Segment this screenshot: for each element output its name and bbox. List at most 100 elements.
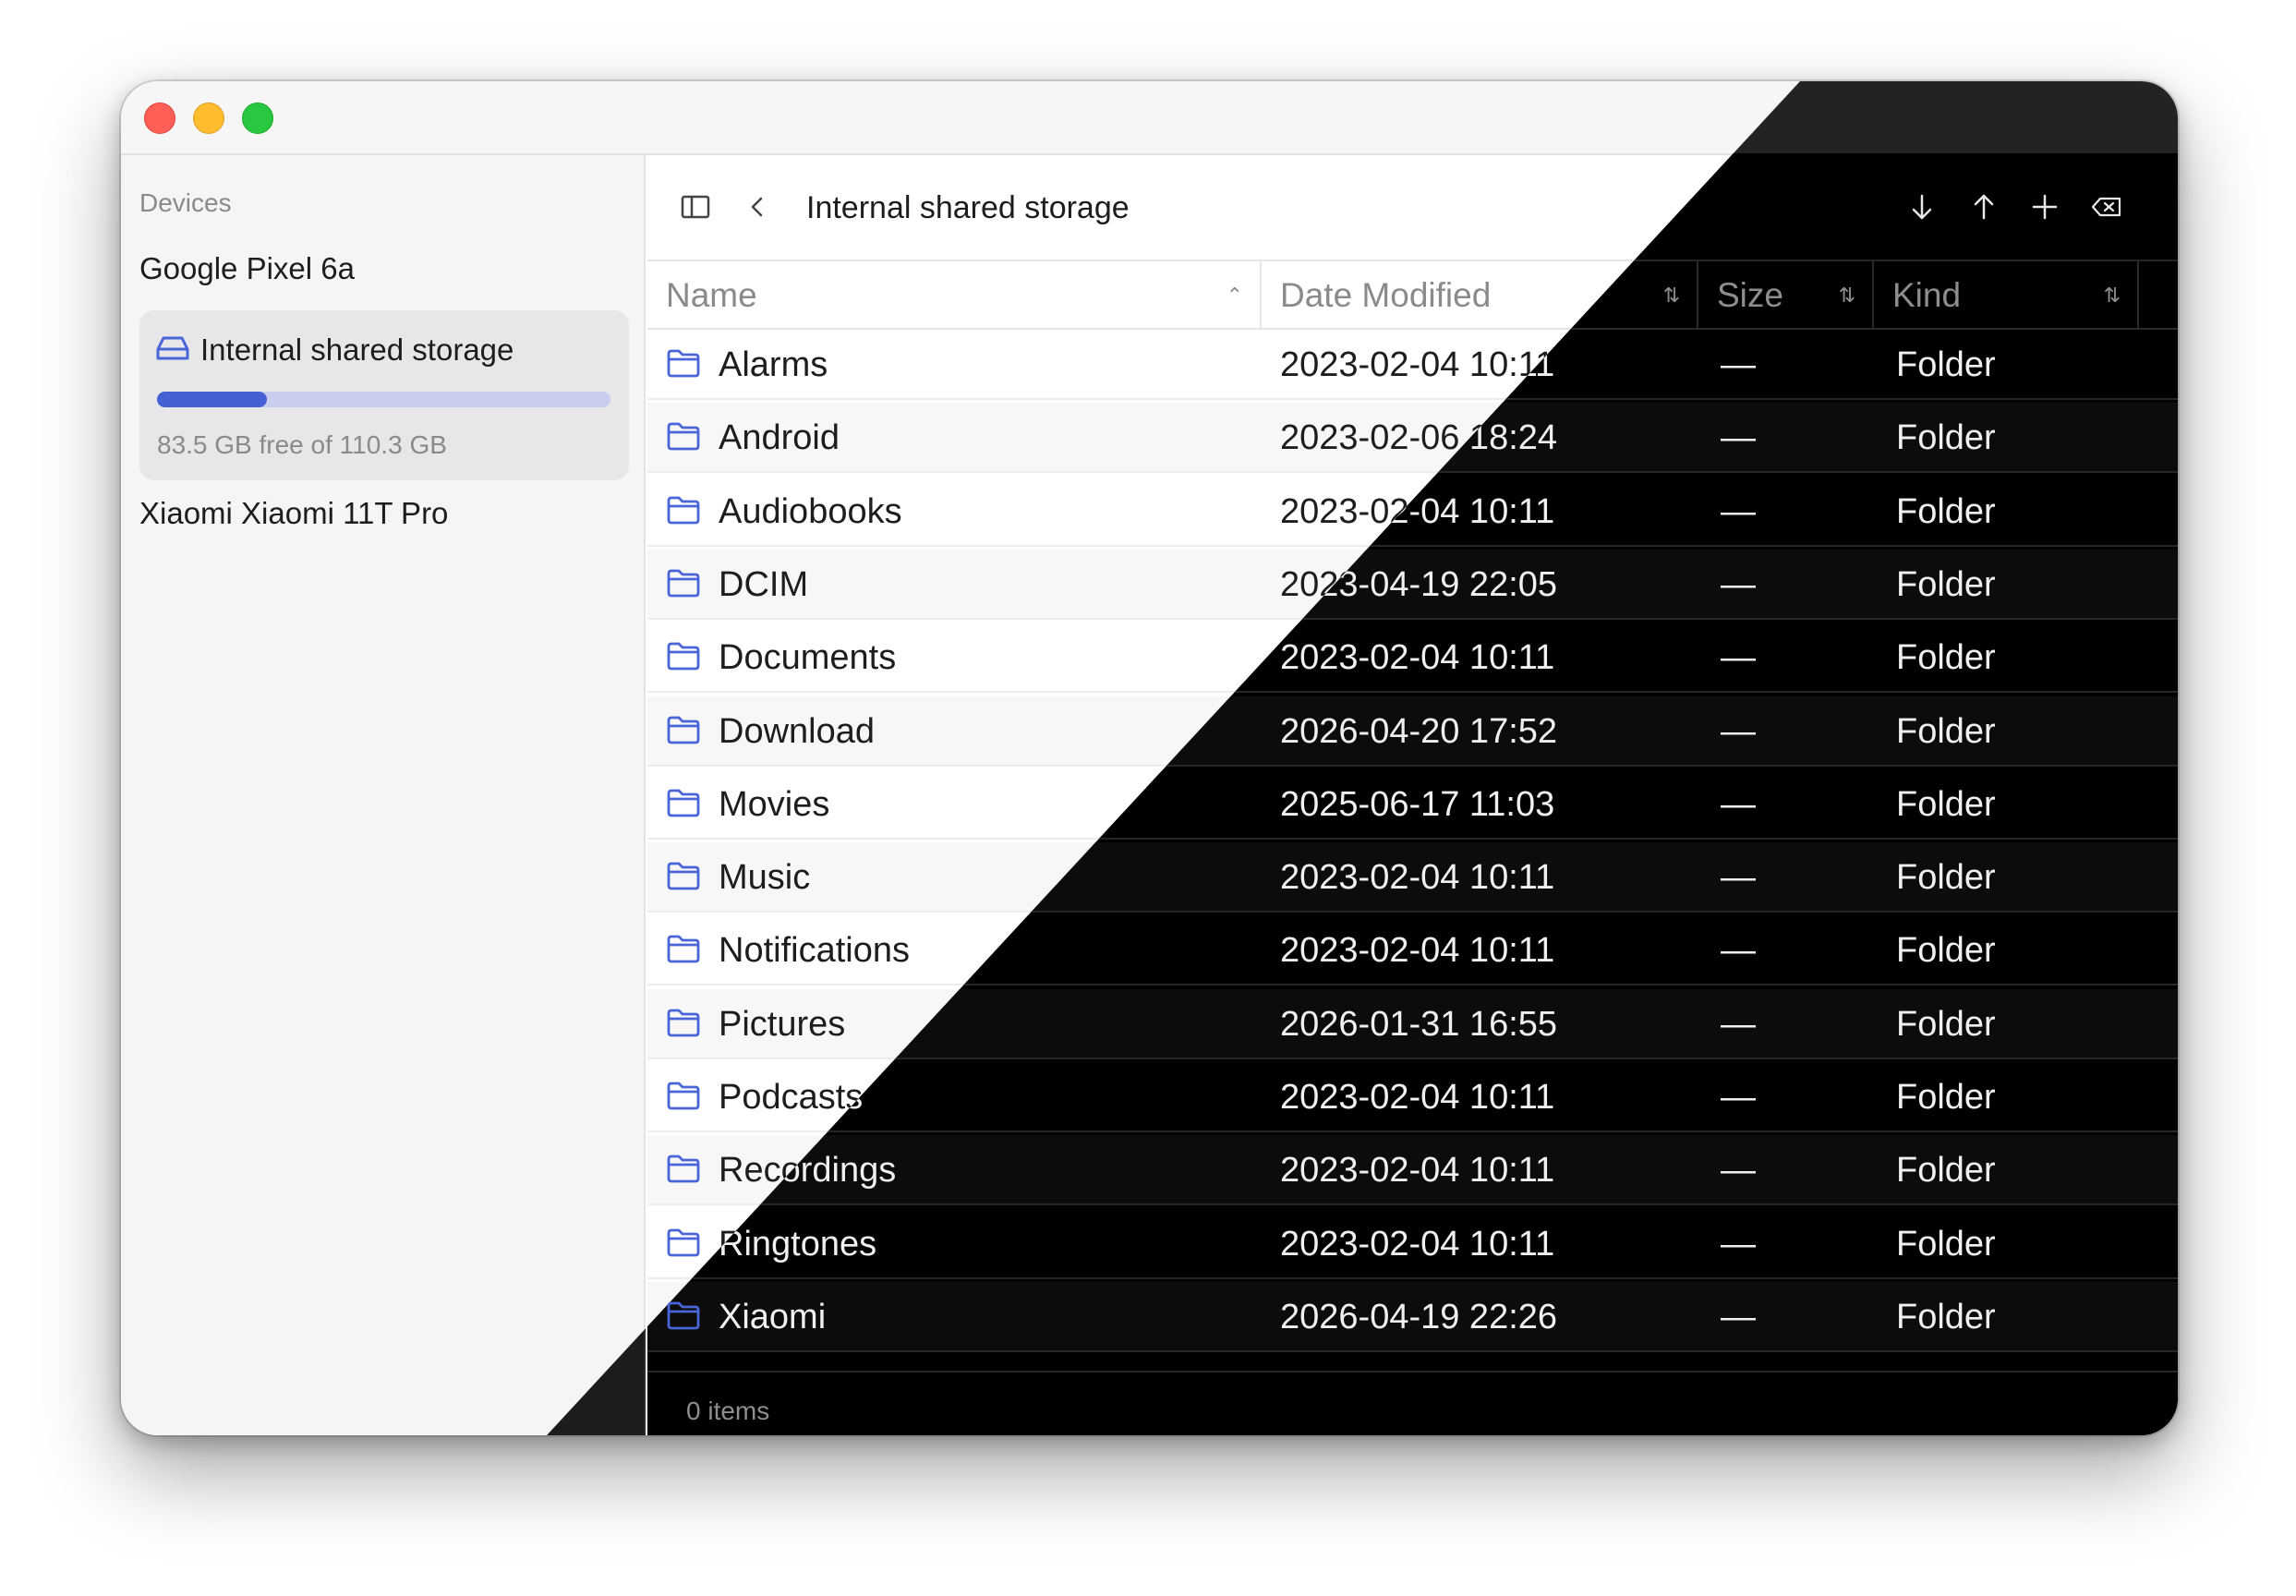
table-row[interactable]: Ringtones 2023-02-04 10:11 — Folder bbox=[647, 1208, 2178, 1279]
file-date-modified: 2026-01-31 16:55 bbox=[1280, 1004, 1558, 1044]
file-date-modified: 2026-04-19 22:26 bbox=[1280, 1297, 1558, 1336]
file-kind: Folder bbox=[1896, 345, 1996, 384]
file-date-modified: 2023-02-04 10:11 bbox=[1280, 858, 1555, 898]
file-date-modified: 2026-04-20 17:52 bbox=[1280, 711, 1558, 751]
file-date-modified: 2023-02-04 10:11 bbox=[1280, 1224, 1555, 1264]
minimize-window-button[interactable] bbox=[193, 103, 224, 134]
file-name: Audiobooks bbox=[719, 491, 902, 531]
sidebar-item-internal-storage[interactable]: Internal shared storage 83.5 GB free of … bbox=[139, 310, 629, 480]
app-window: Devices Google Pixel 6a Internal shared … bbox=[121, 81, 2178, 1435]
file-name: oooletest bbox=[719, 1355, 861, 1370]
file-date-modified: 2024-04-12 20:47 bbox=[1280, 1355, 1557, 1370]
folder-icon bbox=[667, 1228, 700, 1256]
folder-icon bbox=[667, 935, 700, 963]
file-date-modified: 2025-06-17 11:03 bbox=[1280, 784, 1555, 824]
file-size: — bbox=[1721, 1078, 1756, 1117]
file-size: — bbox=[1721, 418, 1756, 458]
folder-icon bbox=[667, 1082, 700, 1110]
sidebar-toggle-icon[interactable] bbox=[677, 188, 714, 225]
folder-icon bbox=[667, 1301, 700, 1330]
folder-icon bbox=[667, 569, 700, 598]
delete-icon[interactable] bbox=[2088, 188, 2125, 225]
file-size: — bbox=[1721, 1355, 1756, 1370]
folder-icon bbox=[667, 642, 700, 671]
file-kind: Folder bbox=[1896, 784, 1996, 824]
folder-icon bbox=[667, 1155, 700, 1183]
sort-toggle-icon: ⇅ bbox=[1838, 284, 1855, 307]
file-kind: Folder bbox=[1896, 711, 1996, 751]
globe-icon[interactable] bbox=[2176, 188, 2178, 225]
item-count: 0 items bbox=[686, 1396, 770, 1425]
file-kind: Folder bbox=[1896, 491, 1996, 531]
column-header-label: Name bbox=[666, 276, 757, 314]
file-name: Movies bbox=[719, 784, 830, 824]
sidebar-item-device[interactable]: Xiaomi Xiaomi 11T Pro bbox=[139, 496, 448, 531]
file-name: Pictures bbox=[719, 1004, 846, 1044]
storage-label: Internal shared storage bbox=[200, 332, 514, 367]
file-size: — bbox=[1721, 1004, 1756, 1044]
file-kind: Folder bbox=[1896, 931, 1996, 971]
file-kind: Folder bbox=[1896, 1151, 1996, 1191]
folder-icon bbox=[667, 862, 700, 890]
file-kind: Folder bbox=[1896, 858, 1996, 898]
file-size: — bbox=[1721, 784, 1756, 824]
column-header-label: Date Modified bbox=[1280, 276, 1492, 314]
file-name: Xiaomi bbox=[719, 1297, 827, 1336]
column-header-name[interactable]: Name ⌃ bbox=[647, 261, 1262, 330]
column-header-kind[interactable]: Kind ⇅ bbox=[1874, 261, 2139, 330]
column-header-size[interactable]: Size ⇅ bbox=[1698, 261, 1874, 330]
sidebar-heading: Devices bbox=[139, 188, 232, 217]
file-name: Notifications bbox=[719, 931, 910, 971]
storage-usage-fill bbox=[157, 392, 268, 407]
column-header-label: Size bbox=[1717, 276, 1783, 314]
folder-icon bbox=[667, 1009, 700, 1037]
file-kind: Folder bbox=[1896, 1004, 1996, 1044]
zoom-window-button[interactable] bbox=[242, 103, 273, 134]
drive-icon bbox=[156, 336, 189, 360]
sort-toggle-icon: ⇅ bbox=[2103, 284, 2121, 307]
table-row[interactable]: Recordings 2023-02-04 10:11 — Folder bbox=[647, 1135, 2178, 1206]
file-name: Android bbox=[719, 418, 840, 458]
file-name: DCIM bbox=[719, 564, 809, 604]
storage-usage-bar bbox=[157, 392, 610, 407]
table-row[interactable]: oooletest 2024-04-12 20:47 — Folder bbox=[647, 1355, 2178, 1370]
chevron-left-icon[interactable] bbox=[739, 188, 776, 225]
folder-icon bbox=[667, 789, 700, 817]
file-size: — bbox=[1721, 711, 1756, 751]
file-size: — bbox=[1721, 345, 1756, 384]
file-name: Download bbox=[719, 711, 875, 751]
file-kind: Folder bbox=[1896, 418, 1996, 458]
plus-icon[interactable] bbox=[2026, 188, 2063, 225]
file-kind: Folder bbox=[1896, 1355, 1996, 1370]
column-header-label: Kind bbox=[1892, 276, 1962, 314]
file-date-modified: 2023-02-04 10:11 bbox=[1280, 1078, 1555, 1117]
file-size: — bbox=[1721, 491, 1756, 531]
close-window-button[interactable] bbox=[144, 103, 175, 134]
sidebar-item-device[interactable]: Google Pixel 6a bbox=[139, 251, 355, 286]
file-kind: Folder bbox=[1896, 638, 1996, 678]
sort-toggle-icon: ⇅ bbox=[1662, 284, 1680, 307]
file-size: — bbox=[1721, 1297, 1756, 1336]
folder-icon bbox=[667, 349, 700, 378]
file-size: — bbox=[1721, 858, 1756, 898]
file-date-modified: 2023-02-04 10:11 bbox=[1280, 345, 1555, 384]
arrow-down-icon[interactable] bbox=[1903, 188, 1940, 225]
file-name: Documents bbox=[719, 638, 897, 678]
folder-icon bbox=[667, 496, 700, 524]
file-size: — bbox=[1721, 638, 1756, 678]
file-size: — bbox=[1721, 564, 1756, 604]
file-kind: Folder bbox=[1896, 1078, 1996, 1117]
file-kind: Folder bbox=[1896, 1224, 1996, 1264]
folder-icon bbox=[667, 422, 700, 451]
file-kind: Folder bbox=[1896, 564, 1996, 604]
file-size: — bbox=[1721, 931, 1756, 971]
file-kind: Folder bbox=[1896, 1297, 1996, 1336]
storage-free-text: 83.5 GB free of 110.3 GB bbox=[157, 430, 447, 459]
sidebar: Devices Google Pixel 6a Internal shared … bbox=[121, 155, 646, 1435]
table-row[interactable]: Xiaomi 2026-04-19 22:26 — Folder bbox=[647, 1281, 2178, 1352]
arrow-up-icon[interactable] bbox=[1965, 188, 2002, 225]
file-name: Music bbox=[719, 858, 811, 898]
file-size: — bbox=[1721, 1151, 1756, 1191]
folder-icon bbox=[667, 716, 700, 744]
current-folder-title: Internal shared storage bbox=[806, 190, 1130, 225]
